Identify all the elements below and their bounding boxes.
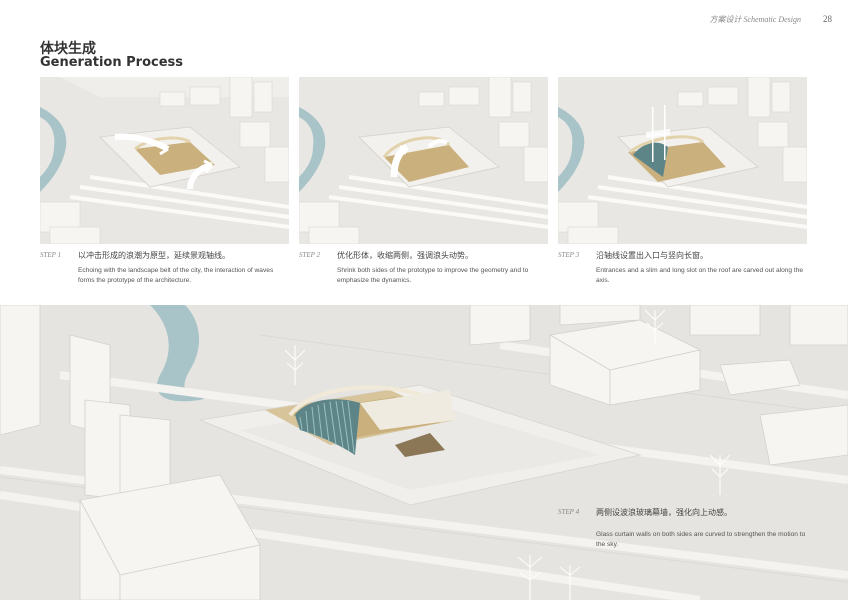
page-number: 28 [823,14,832,24]
step-2-cn: 优化形体，收缩两侧，强调浪头动势。 [337,251,473,260]
step-1-image [40,77,289,244]
step-4-hero-image [0,305,848,600]
step-4-label: STEP 4 [558,508,580,516]
page-title-en: Generation Process [40,55,183,70]
step-2-label: STEP 2 [299,251,321,259]
step-4-cn: 两侧设波浪玻璃幕墙，强化向上动感。 [596,508,732,517]
step-3-cn: 沿轴线设置出入口与竖向长窗。 [596,251,708,260]
step-1-cn: 以冲击形成的浪潮为原型，延续景观轴线。 [78,251,230,260]
step-1-label: STEP 1 [40,251,62,259]
step-2-en: Shrink both sides of the prototype to im… [337,267,529,284]
step-3-en: Entrances and a slim and long slot on th… [596,267,804,284]
step-3-label: STEP 3 [558,251,580,259]
section-label: 方案设计 Schematic Design [709,15,801,24]
step-4-en: Glass curtain walls on both sides are cu… [596,531,806,548]
step-3-image [558,77,807,244]
page-header: 方案设计 Schematic Design 28 [709,14,832,25]
step-2-image [299,77,548,244]
step-1-en: Echoing with the landscape belt of the c… [78,267,274,284]
